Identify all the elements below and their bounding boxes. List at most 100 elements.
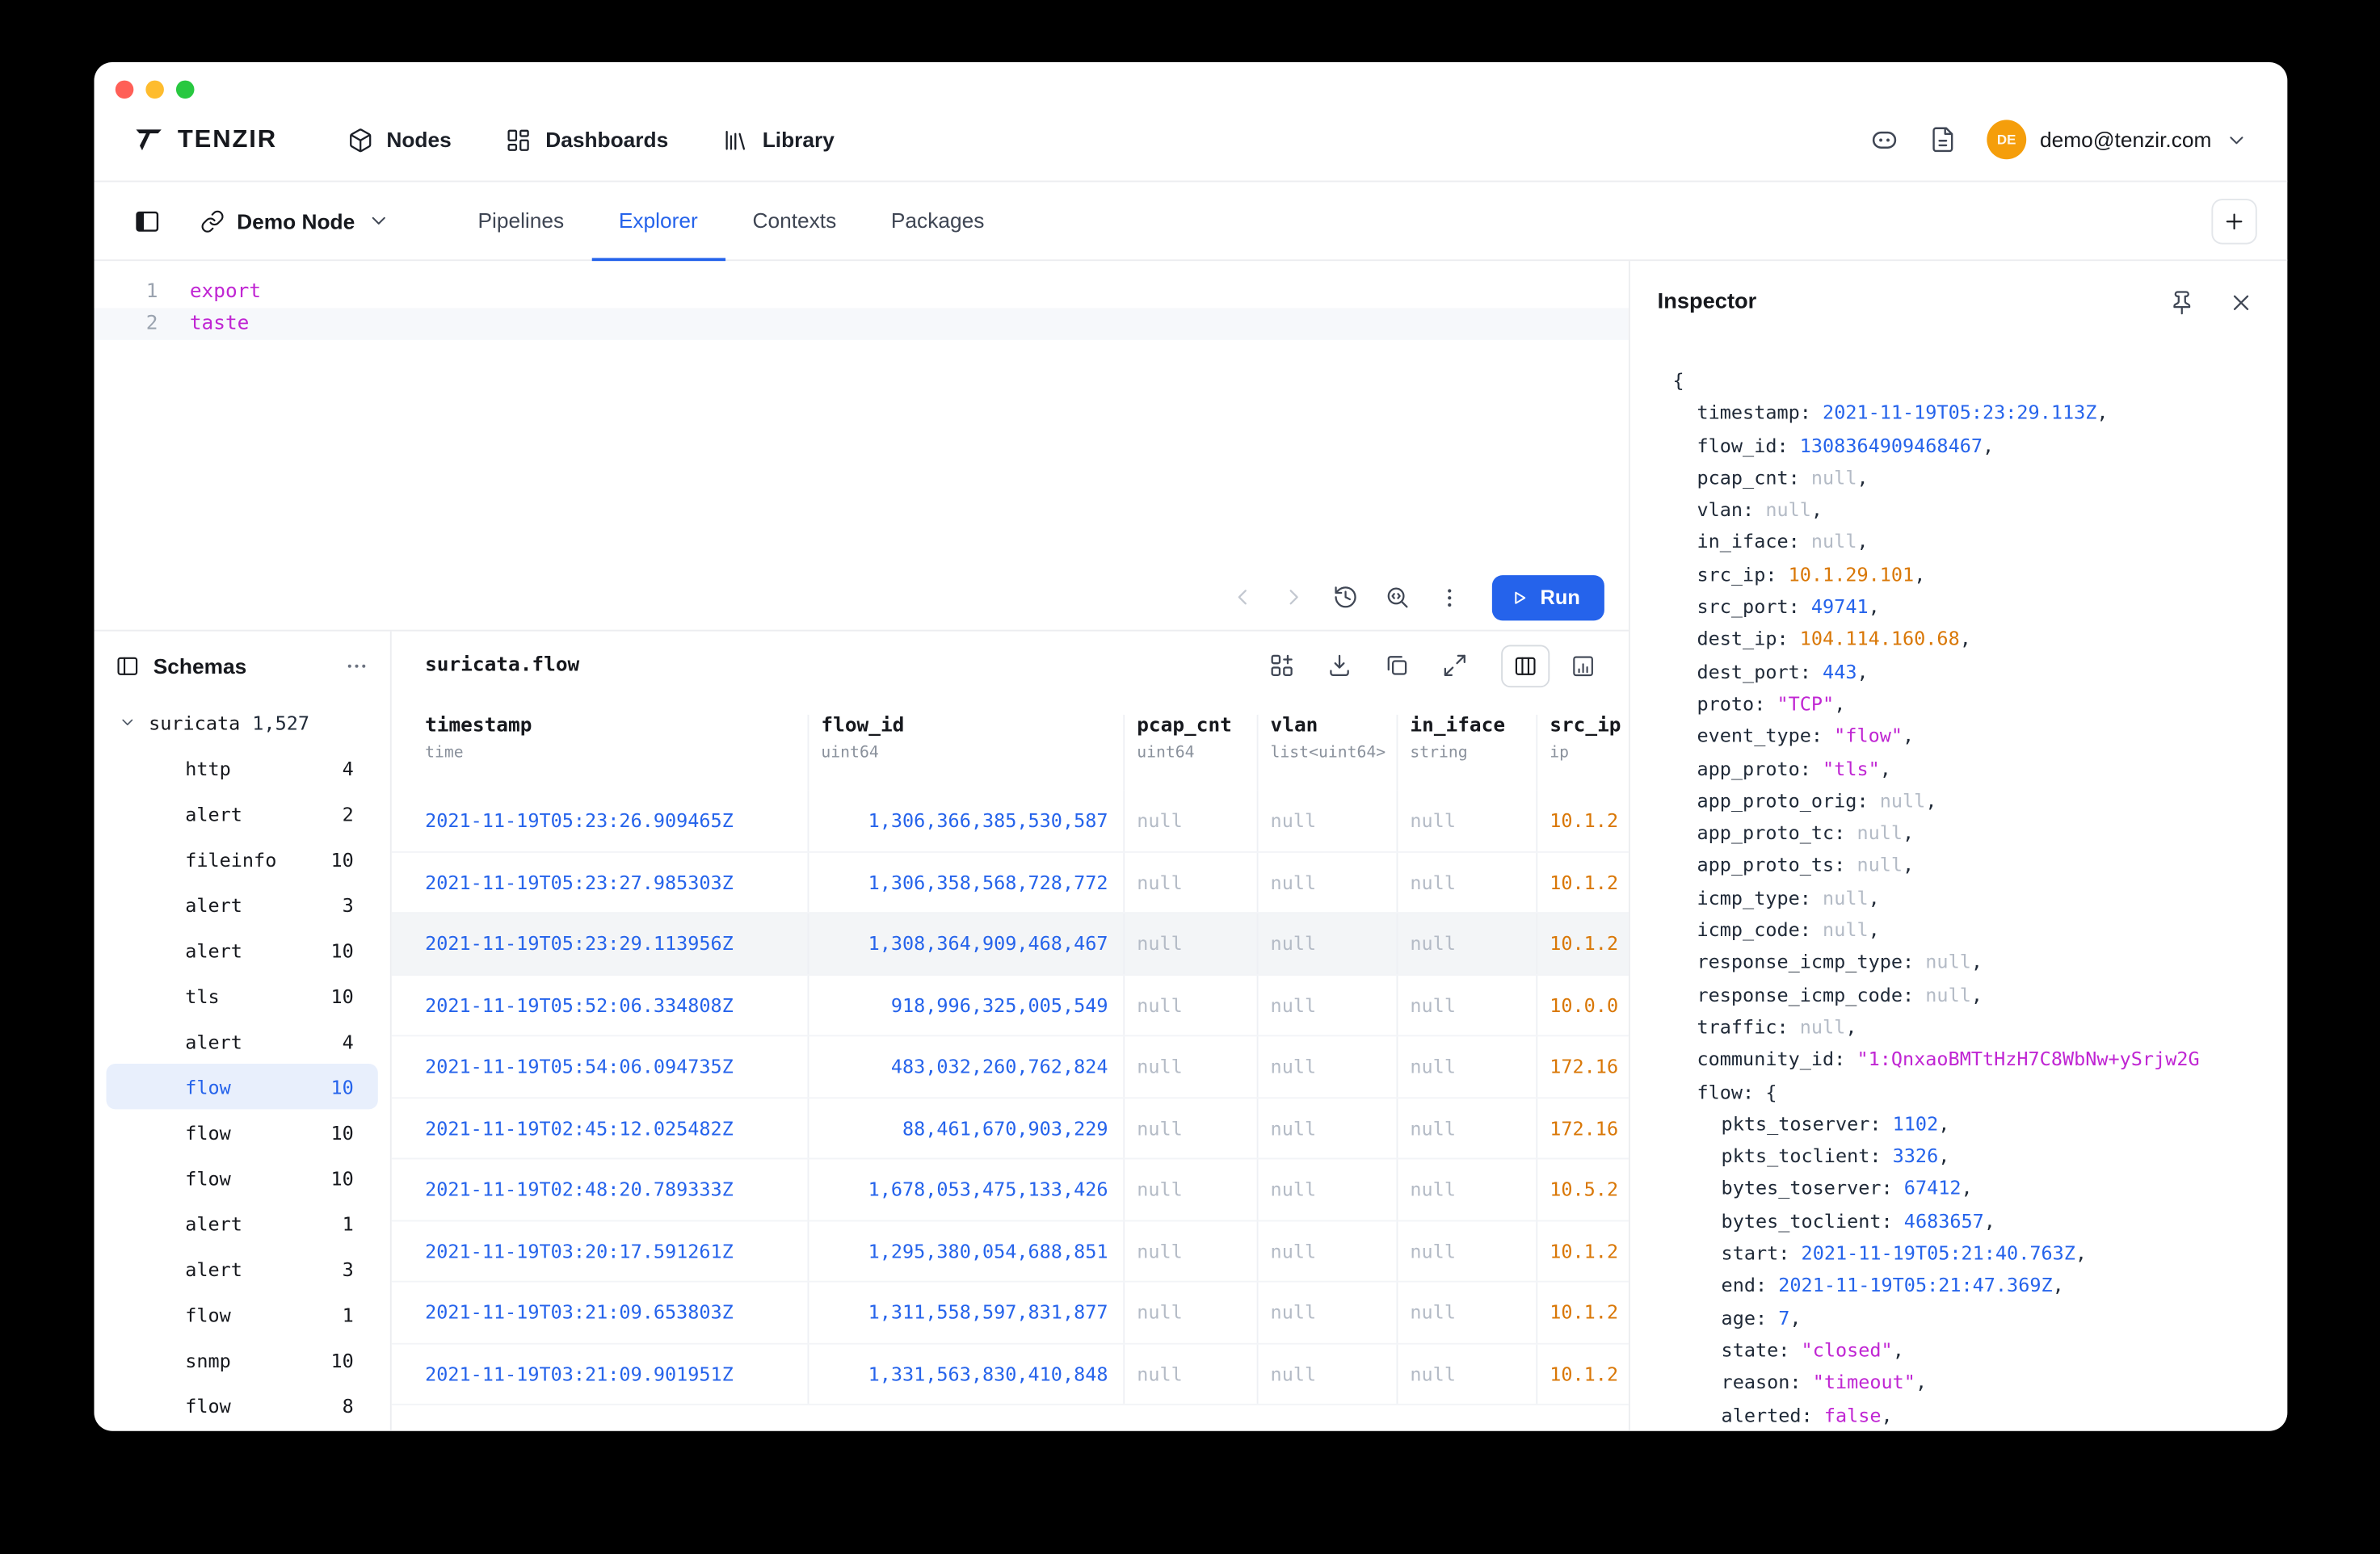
tab-contexts[interactable]: Contexts [725, 182, 864, 261]
cell-vlan: null [1257, 1344, 1397, 1404]
schema-group-suricata[interactable]: suricata 1,527 [94, 699, 389, 745]
close-window-button[interactable] [116, 81, 134, 99]
table-row[interactable]: 2021-11-19T05:52:06.334808Z918,996,325,0… [392, 975, 1629, 1036]
cell-in_iface: null [1396, 914, 1536, 973]
schema-item-alert[interactable]: alert10 [107, 927, 378, 972]
schema-group-count: 1,527 [252, 711, 309, 733]
table-view-icon[interactable] [1501, 645, 1550, 687]
json-key: src_ip: [1697, 563, 1788, 586]
json-value: null [1880, 789, 1926, 812]
zoom-window-button[interactable] [176, 81, 195, 99]
table-row[interactable]: 2021-11-19T03:21:09.653803Z1,311,558,597… [392, 1283, 1629, 1344]
inspector-line: state: "closed", [1672, 1334, 2287, 1366]
add-to-dashboard-icon[interactable] [1261, 645, 1301, 685]
json-value: "1:QnxaoBMTtHzH7C8WbNw+ySrjw2G [1856, 1048, 2199, 1070]
table-row[interactable]: 2021-11-19T05:54:06.094735Z483,032,260,7… [392, 1036, 1629, 1098]
back-icon[interactable] [1222, 576, 1264, 619]
json-key: dest_port: [1697, 660, 1823, 682]
column-header-vlan[interactable]: vlanlist<uint64> [1257, 715, 1397, 791]
close-icon[interactable] [2228, 289, 2254, 315]
json-key: age: [1722, 1306, 1779, 1329]
node-toolbar: Demo Node Pipelines Explorer Contexts Pa… [94, 182, 2287, 261]
forward-icon[interactable] [1273, 576, 1316, 619]
json-comma: , [1971, 951, 1983, 973]
schema-item-alert[interactable]: alert3 [107, 882, 378, 927]
tab-explorer[interactable]: Explorer [591, 182, 725, 261]
code-line[interactable]: 2taste [94, 308, 1628, 339]
inspector-line: start: 2021-11-19T05:21:40.763Z, [1672, 1237, 2287, 1269]
table-row[interactable]: 2021-11-19T05:23:29.113956Z1,308,364,909… [392, 914, 1629, 975]
schema-item-fileinfo[interactable]: fileinfo10 [107, 836, 378, 881]
cell-flow_id: 1,678,053,475,133,426 [808, 1159, 1124, 1219]
json-value: 2021-11-19T05:21:47.369Z [1778, 1274, 2052, 1296]
column-header-timestamp[interactable]: timestamptime [392, 715, 808, 791]
tab-pipelines[interactable]: Pipelines [451, 182, 591, 261]
json-value: null [1800, 1015, 1846, 1038]
schema-item-flow[interactable]: flow8 [107, 1383, 378, 1428]
column-header-pcap_cnt[interactable]: pcap_cntuint64 [1123, 715, 1256, 791]
search-code-icon[interactable] [1377, 576, 1419, 619]
account-menu[interactable]: DE demo@tenzir.com [1987, 120, 2248, 159]
schema-item-tls[interactable]: tls10 [107, 972, 378, 1018]
column-header-in_iface[interactable]: in_ifacestring [1396, 715, 1536, 791]
cell-vlan: null [1257, 1036, 1397, 1096]
tenzir-logo[interactable]: TENZIR [133, 124, 277, 155]
run-label: Run [1541, 586, 1580, 608]
add-tab-button[interactable] [2211, 198, 2256, 243]
schema-name: alert [185, 939, 242, 961]
schema-item-alert[interactable]: alert4 [107, 1018, 378, 1064]
chart-view-icon[interactable] [1559, 645, 1608, 687]
more-vertical-icon[interactable] [1428, 576, 1470, 619]
column-name: vlan [1271, 715, 1397, 737]
code-line[interactable]: 1export [94, 276, 1628, 308]
column-header-src_ip[interactable]: src_ipip [1536, 715, 1629, 791]
schema-item-alert[interactable]: alert2 [107, 791, 378, 836]
nav-item-dashboards[interactable]: Dashboards [506, 127, 668, 153]
history-icon[interactable] [1325, 576, 1368, 619]
sidebar-toggle-icon[interactable] [133, 207, 161, 234]
desktop: TENZIR Nodes Dashboards [0, 0, 2380, 1554]
expand-icon[interactable] [1434, 645, 1474, 685]
discord-icon[interactable] [1870, 125, 1899, 154]
panel-icon[interactable] [116, 653, 140, 678]
schema-item-flow[interactable]: flow10 [107, 1155, 378, 1200]
schema-item-alert[interactable]: alert3 [107, 1245, 378, 1291]
schema-item-alert[interactable]: alert1 [107, 1200, 378, 1245]
nav-item-nodes[interactable]: Nodes [347, 127, 451, 153]
table-panel: suricata.flow [392, 632, 1629, 1431]
editor-lines: 1export2taste [94, 276, 1628, 340]
schema-item-flow[interactable]: flow10 [107, 1064, 378, 1109]
schema-name: alert [185, 1212, 242, 1234]
schema-item-http[interactable]: http4 [107, 745, 378, 790]
node-selector[interactable]: Demo Node [200, 208, 389, 233]
inspector-line: flow_id: 1308364909468467, [1672, 429, 2287, 461]
download-icon[interactable] [1319, 645, 1359, 685]
table-row[interactable]: 2021-11-19T03:20:17.591261Z1,295,380,054… [392, 1220, 1629, 1282]
inspector-panel: Inspector {timestamp: 2021-11-19T05:23:2… [1629, 261, 2287, 1431]
json-comma: , [1834, 692, 1845, 715]
schema-item-snmp[interactable]: snmp10 [107, 1337, 378, 1382]
table-row[interactable]: 2021-11-19T02:45:12.025482Z88,461,670,90… [392, 1098, 1629, 1159]
schema-item-flow[interactable]: flow1 [107, 1292, 378, 1337]
table-row[interactable]: 2021-11-19T02:48:20.789333Z1,678,053,475… [392, 1159, 1629, 1220]
json-value: 4683657 [1904, 1209, 1984, 1232]
schema-item-flow[interactable]: flow10 [107, 1109, 378, 1154]
table-row[interactable]: 2021-11-19T05:23:26.909465Z1,306,366,385… [392, 791, 1629, 852]
copy-icon[interactable] [1377, 645, 1416, 685]
tab-packages[interactable]: Packages [864, 182, 1011, 261]
more-horizontal-icon[interactable] [344, 653, 368, 678]
minimize-window-button[interactable] [145, 81, 164, 99]
column-header-flow_id[interactable]: flow_iduint64 [808, 715, 1124, 791]
nav-item-library[interactable]: Library [723, 127, 835, 153]
pipeline-editor[interactable]: 1export2taste [94, 261, 1628, 565]
json-comma: , [1915, 1371, 1927, 1393]
json-comma: , [1971, 983, 1983, 1006]
pin-icon[interactable] [2169, 289, 2195, 315]
inspector-line: app_proto: "tls", [1672, 752, 2287, 784]
run-button[interactable]: Run [1491, 574, 1604, 620]
json-key: vlan: [1697, 498, 1765, 521]
table-row[interactable]: 2021-11-19T03:21:09.901951Z1,331,563,830… [392, 1344, 1629, 1405]
json-comma: , [1938, 1112, 1949, 1135]
docs-icon[interactable] [1929, 126, 1957, 153]
table-row[interactable]: 2021-11-19T05:23:27.985303Z1,306,358,568… [392, 852, 1629, 914]
